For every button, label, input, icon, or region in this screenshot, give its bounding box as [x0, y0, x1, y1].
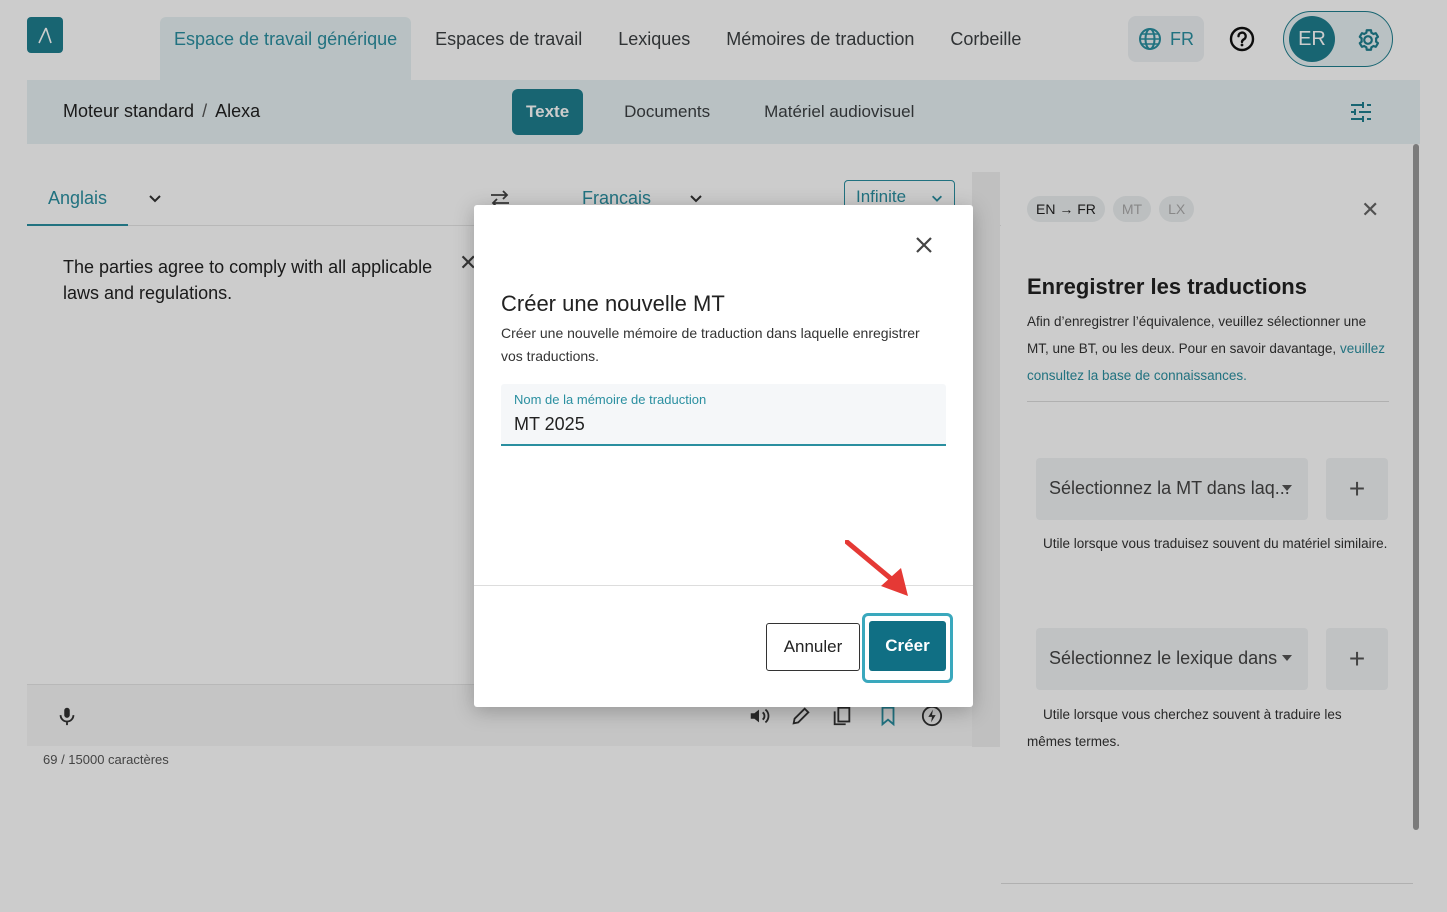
- dialog-title: Créer une nouvelle MT: [501, 291, 725, 316]
- tm-name-field[interactable]: Nom de la mémoire de traduction: [501, 384, 946, 446]
- dialog-description: Créer une nouvelle mémoire de traduction…: [501, 325, 920, 364]
- close-icon[interactable]: [913, 234, 935, 256]
- tm-name-input[interactable]: [514, 412, 934, 436]
- tm-name-label: Nom de la mémoire de traduction: [514, 392, 707, 407]
- annotation-arrow-icon: [845, 540, 908, 596]
- create-button[interactable]: Créer: [869, 621, 946, 671]
- cancel-button[interactable]: Annuler: [766, 623, 860, 671]
- create-tm-dialog: Créer une nouvelle MT Créer une nouvelle…: [474, 205, 973, 707]
